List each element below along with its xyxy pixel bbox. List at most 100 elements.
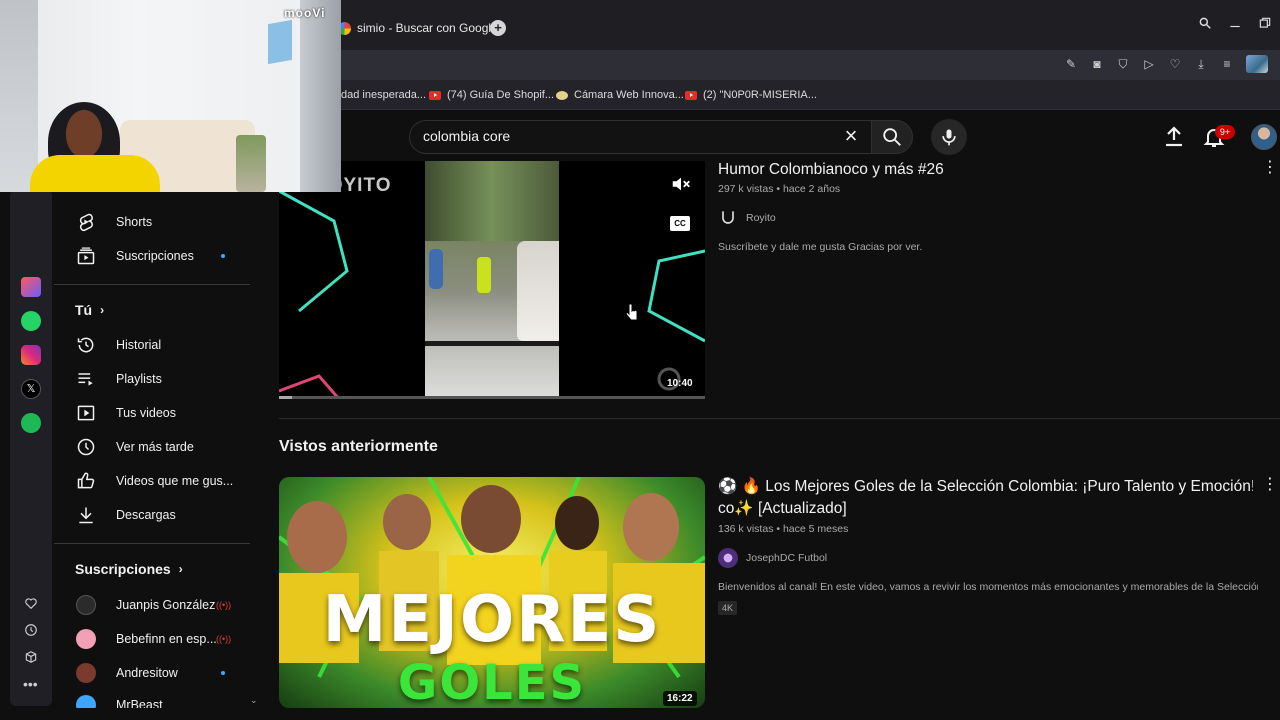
instagram-icon[interactable] (21, 345, 41, 365)
video-meta: 136 k vistas • hace 5 meses (718, 523, 849, 535)
whatsapp-icon[interactable] (21, 311, 41, 331)
bookmark-item[interactable]: (74) Guía De Shopif... (429, 89, 554, 101)
mute-icon[interactable] (669, 173, 693, 195)
new-content-dot (221, 671, 225, 675)
duration-badge: 10:40 (667, 378, 693, 389)
search-button[interactable] (871, 120, 913, 154)
download-icon[interactable]: ⤓ (1194, 57, 1208, 71)
sidebar-item-shorts[interactable]: Shorts (54, 205, 268, 239)
search-query: colombia core (423, 128, 511, 144)
video-title[interactable]: ⚽ 🔥 Los Mejores Goles de la Selección Co… (718, 476, 1253, 498)
video-player[interactable]: ROYITO CC 10:40 (279, 161, 705, 399)
webcam-watermark: mooVi (284, 6, 326, 20)
channel-link[interactable]: JosephDC Futbol (718, 548, 827, 568)
more-actions-icon[interactable]: ⋮ (1262, 476, 1278, 494)
channel-avatar (76, 663, 96, 683)
live-indicator-icon: ((•)) (216, 634, 232, 644)
video-description: Suscríbete y dale me gusta Gracias por v… (718, 241, 923, 253)
quality-badge: 4K (718, 601, 738, 615)
video-title[interactable]: Humor Colombianoco y más #26 (718, 159, 944, 181)
sidebar-item-label: Descargas (116, 508, 176, 522)
channel-link[interactable]: Royito (718, 208, 776, 228)
playlists-icon (78, 373, 93, 386)
search-tabs-icon[interactable] (1198, 16, 1212, 30)
hand-cursor-icon (625, 303, 638, 321)
youtube-icon (429, 90, 441, 100)
shelf-title: Vistos anteriormente (279, 438, 438, 455)
heart-icon[interactable] (24, 596, 38, 610)
edit-icon[interactable]: ✎ (1064, 57, 1078, 71)
watch-later-icon (77, 438, 95, 456)
divider (54, 543, 250, 544)
app-store-icon[interactable] (21, 277, 41, 297)
browser-sidebar-dock: 𝕏 ••• (10, 190, 52, 706)
duration-badge: 16:22 (663, 691, 697, 706)
sidebar-item-label: Playlists (116, 372, 162, 386)
sidebar-item-history[interactable]: Historial (54, 328, 268, 362)
x-twitter-icon[interactable]: 𝕏 (21, 379, 41, 399)
you-section-heading[interactable]: Tú › (75, 302, 104, 318)
divider (54, 284, 250, 285)
clear-search-icon[interactable]: × (841, 125, 861, 147)
sidebar-item-downloads[interactable]: Descargas (54, 498, 268, 532)
sidebar-item-liked-videos[interactable]: Videos que me gus... (54, 464, 268, 498)
heart-icon[interactable]: ♡ (1168, 57, 1182, 71)
bookmark-item[interactable]: (2) "N0P0R-MISERIA... (685, 89, 817, 101)
sidebar-item-your-videos[interactable]: Tus videos (54, 396, 268, 430)
your-videos-icon (77, 405, 95, 421)
more-icon[interactable]: ••• (23, 676, 38, 692)
chevron-right-icon: › (178, 562, 183, 576)
new-tab-button[interactable]: + (490, 20, 506, 36)
section-divider (279, 418, 1280, 419)
subscription-item[interactable]: Bebefinn en esp... ((•)) (54, 622, 268, 656)
web-icon (556, 90, 568, 100)
voice-search-button[interactable] (931, 119, 967, 155)
upload-icon[interactable] (1162, 125, 1186, 149)
scroll-down-icon[interactable]: ⌄ (250, 695, 258, 706)
video-meta: 297 k vistas • hace 2 años (718, 183, 841, 195)
sidebar-item-label: Ver más tarde (116, 440, 194, 454)
history-clock-icon[interactable] (24, 623, 38, 637)
toolbar-icons: ✎ ◙ ⛉ ▷ ♡ ⤓ ≡ (1064, 55, 1268, 73)
channel-avatar (76, 629, 96, 649)
box-icon[interactable] (24, 650, 38, 664)
sidebar-item-playlists[interactable]: Playlists (54, 362, 268, 396)
spotify-icon[interactable] (21, 413, 41, 433)
restore-icon[interactable] (1258, 16, 1272, 30)
channel-avatar (76, 595, 96, 615)
video-title-continued[interactable]: co✨ [Actualizado] (718, 498, 847, 520)
profile-avatar[interactable] (1251, 124, 1277, 150)
play-icon[interactable]: ▷ (1142, 57, 1156, 71)
captions-button[interactable]: CC (670, 216, 690, 231)
sidebar-item-watch-later[interactable]: Ver más tarde (54, 430, 268, 464)
subscriptions-icon (77, 247, 95, 265)
subscription-item[interactable]: MrBeast (54, 690, 268, 708)
bookmark-item[interactable]: Cámara Web Innova... (556, 89, 684, 101)
browser-profile-avatar[interactable] (1246, 55, 1268, 73)
new-content-dot (221, 254, 225, 258)
sidebar-item-label: Historial (116, 338, 162, 352)
download-icon (79, 507, 93, 524)
channel-avatar (76, 695, 96, 708)
subscription-item[interactable]: Juanpis González ((•)) (54, 588, 268, 622)
camera-icon[interactable]: ◙ (1090, 57, 1104, 71)
notification-badge: 9+ (1215, 125, 1235, 139)
playback-progress-bar[interactable] (279, 396, 705, 399)
more-actions-icon[interactable]: ⋮ (1262, 159, 1278, 177)
subscriptions-heading[interactable]: Suscripciones › (75, 561, 183, 577)
browser-tab[interactable]: simio - Buscar con Google (338, 14, 498, 42)
sidebar-item-label: Shorts (116, 215, 153, 229)
subscription-item[interactable]: Andresitow (54, 656, 268, 690)
sidebar-item-label: Tus videos (116, 406, 176, 420)
shield-icon[interactable]: ⛉ (1116, 57, 1130, 71)
bookmark-item[interactable]: dad inesperada... (341, 89, 426, 101)
video-thumbnail[interactable]: MEJORES GOLES 16:22 (279, 477, 705, 708)
sidebar-item-subscriptions[interactable]: Suscripciones (54, 239, 268, 273)
tab-title: simio - Buscar con Google (357, 21, 498, 35)
menu-icon[interactable]: ≡ (1220, 57, 1234, 71)
channel-avatar (718, 548, 738, 568)
shorts-icon (79, 213, 93, 232)
chevron-right-icon: › (100, 303, 105, 317)
minimize-icon[interactable] (1228, 16, 1242, 30)
thumbnail-subtitle-text: GOLES (397, 655, 587, 708)
